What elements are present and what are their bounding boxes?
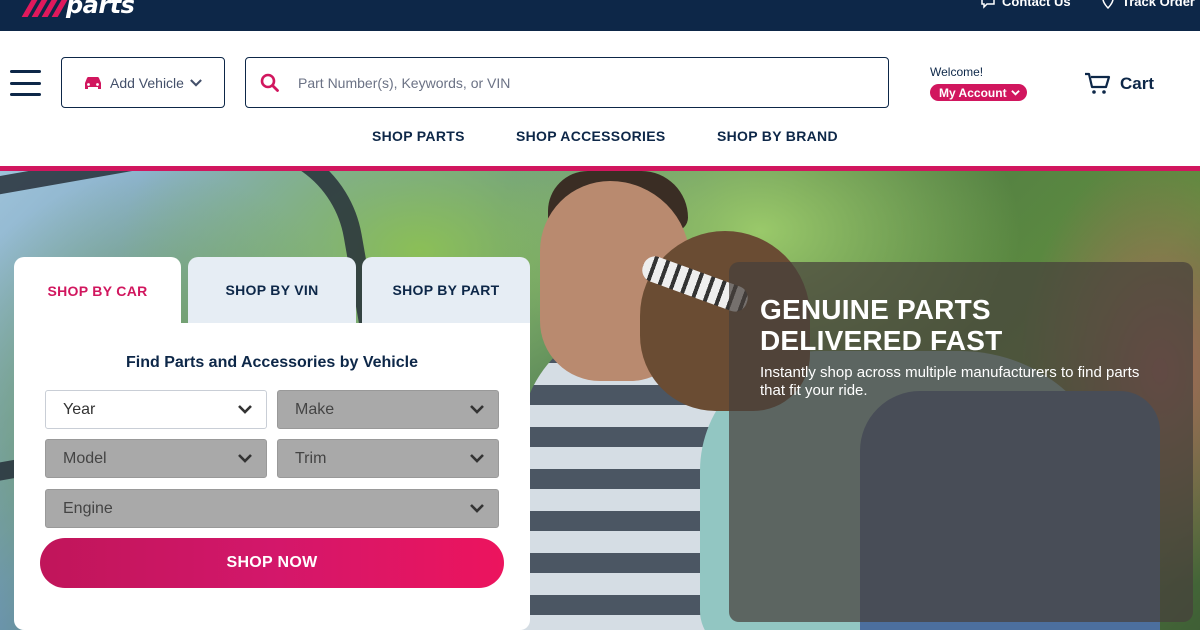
hero-subtext: Instantly shop across multiple manufactu… bbox=[760, 364, 1140, 399]
year-select[interactable]: Year bbox=[45, 390, 267, 429]
chat-icon bbox=[981, 0, 995, 9]
vehicle-finder-title: Find Parts and Accessories by Vehicle bbox=[126, 354, 418, 371]
main-nav: SHOP PARTS SHOP ACCESSORIES SHOP BY BRAN… bbox=[0, 128, 1200, 146]
cart-button[interactable]: Cart bbox=[1084, 72, 1154, 96]
vehicle-finder-card: Find Parts and Accessories by Vehicle Ye… bbox=[14, 323, 530, 630]
trim-select-value: Trim bbox=[295, 449, 327, 467]
add-vehicle-label: Add Vehicle bbox=[110, 74, 184, 91]
site-logo[interactable]: parts bbox=[8, 0, 135, 20]
top-bar: parts Contact Us Track Order bbox=[0, 0, 1200, 31]
shop-tabs: SHOP BY CAR SHOP BY VIN SHOP BY PART bbox=[14, 257, 530, 324]
engine-select[interactable]: Engine bbox=[45, 489, 499, 528]
nav-shop-parts[interactable]: SHOP PARTS bbox=[372, 128, 465, 144]
cart-icon bbox=[1085, 72, 1111, 94]
tab-shop-by-part[interactable]: SHOP BY PART bbox=[362, 257, 530, 323]
tab-shop-by-car[interactable]: SHOP BY CAR bbox=[14, 257, 181, 324]
cart-label: Cart bbox=[1120, 74, 1155, 93]
hero-overlay: GENUINE PARTS DELIVERED FAST Instantly s… bbox=[729, 262, 1193, 622]
year-select-value: Year bbox=[63, 400, 96, 418]
search-bar bbox=[245, 57, 889, 108]
location-pin-icon bbox=[1102, 0, 1114, 9]
make-select[interactable]: Make bbox=[277, 390, 499, 429]
contact-us-label: Contact Us bbox=[1002, 0, 1071, 9]
chevron-down-icon bbox=[470, 405, 484, 414]
tab-shop-by-vin[interactable]: SHOP BY VIN bbox=[188, 257, 356, 323]
logo-stripes bbox=[8, 0, 71, 17]
nav-shop-by-brand[interactable]: SHOP BY BRAND bbox=[717, 128, 838, 144]
search-icon[interactable] bbox=[260, 73, 280, 93]
shop-now-button[interactable]: SHOP NOW bbox=[40, 538, 504, 588]
chevron-down-icon bbox=[238, 405, 252, 414]
engine-select-value: Engine bbox=[63, 499, 113, 517]
search-input[interactable] bbox=[298, 74, 858, 91]
chevron-down-icon bbox=[190, 78, 202, 87]
hero-headline: GENUINE PARTS DELIVERED FAST bbox=[760, 294, 1180, 356]
nav-shop-accessories[interactable]: SHOP ACCESSORIES bbox=[516, 128, 666, 144]
hero-headline-line2: DELIVERED FAST bbox=[760, 325, 1003, 356]
add-vehicle-button[interactable]: Add Vehicle bbox=[61, 57, 225, 108]
chevron-down-icon bbox=[1010, 90, 1020, 96]
model-select-value: Model bbox=[63, 449, 107, 467]
make-select-value: Make bbox=[295, 400, 335, 418]
my-account-button[interactable]: My Account bbox=[930, 84, 1027, 101]
trim-select[interactable]: Trim bbox=[277, 439, 499, 478]
chevron-down-icon bbox=[238, 454, 252, 463]
chevron-down-icon bbox=[470, 504, 484, 513]
my-account-label: My Account bbox=[939, 85, 1007, 100]
logo-text: parts bbox=[66, 0, 135, 19]
menu-icon[interactable] bbox=[10, 70, 41, 96]
hero-headline-line1: GENUINE PARTS bbox=[760, 294, 991, 325]
chevron-down-icon bbox=[470, 454, 484, 463]
welcome-text: Welcome! bbox=[930, 65, 984, 79]
contact-us-link[interactable]: Contact Us bbox=[980, 0, 1071, 9]
model-select[interactable]: Model bbox=[45, 439, 267, 478]
track-order-label: Track Order bbox=[1122, 0, 1195, 9]
car-icon bbox=[85, 76, 101, 89]
track-order-link[interactable]: Track Order bbox=[1100, 0, 1195, 9]
